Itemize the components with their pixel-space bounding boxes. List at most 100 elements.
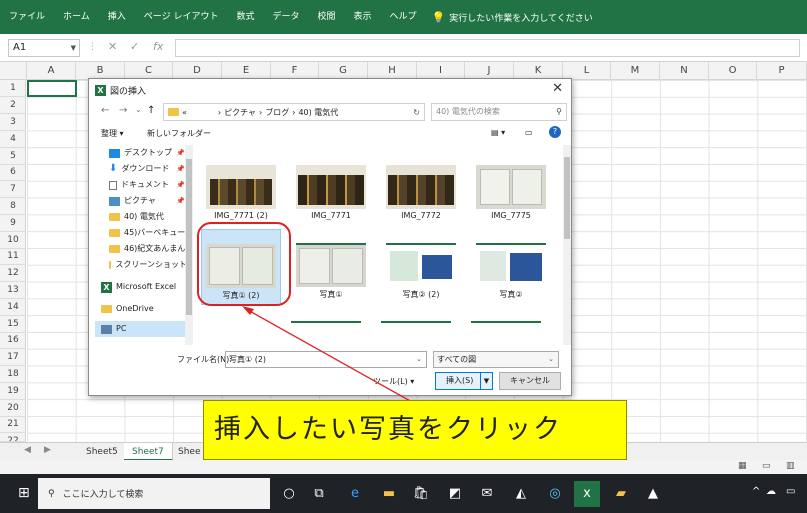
pin-icon[interactable]: 📌 [176,193,185,209]
row-header[interactable]: 6 [0,164,26,181]
nav-item-documents[interactable]: ドキュメント 📌 [95,177,187,193]
row-header[interactable]: 17 [0,349,26,366]
tell-me-box[interactable]: 💡 実行したい作業を入力してください [426,11,593,24]
pin-icon[interactable]: 📌 [176,161,185,177]
pin-icon[interactable]: 📌 [176,145,185,161]
tab-file[interactable]: ファイル [0,0,54,34]
tools-menu[interactable]: ツール(L) ▾ [373,376,414,387]
scrollbar-thumb[interactable] [186,159,192,315]
folder-search-input[interactable]: 40) 電気代の検索 ⚲ [431,103,567,121]
row-header[interactable]: 2 [0,97,26,114]
up-arrow-icon[interactable]: ↑ [147,105,155,116]
scrollbar-thumb[interactable] [564,157,570,239]
nav-scrollbar[interactable] [185,145,193,345]
column-header[interactable]: O [709,62,757,80]
row-header[interactable]: 19 [0,383,26,400]
page-layout-view-icon[interactable]: ▭ [762,461,771,471]
file-thumbnail-partial[interactable] [471,321,541,345]
app-icon[interactable]: ◭ [508,481,534,507]
function-icon[interactable]: fx [153,40,163,53]
file-item[interactable]: IMG_7771 (2) [201,165,281,220]
column-header[interactable]: N [660,62,709,80]
explorer-icon[interactable]: ▬ [376,481,402,507]
image-viewer-icon[interactable]: ▲ [640,481,666,507]
windows-start-icon[interactable]: ⊞ [18,485,30,501]
column-header[interactable]: A [27,62,76,80]
cortana-icon[interactable]: ○ [276,481,302,507]
chevron-up-icon[interactable]: ^ [752,486,760,497]
edge-icon[interactable]: e [342,481,368,507]
chevron-left-icon[interactable]: ◀ [24,445,31,455]
file-item[interactable]: IMG_7775 [471,165,551,220]
nav-item-onedrive[interactable]: OneDrive [95,301,187,317]
nav-item-downloads[interactable]: ⬇ ダウンロード 📌 [95,161,187,177]
chevron-right-icon[interactable]: ▶ [44,445,51,455]
breadcrumb-item[interactable]: ブログ [265,107,289,118]
file-item[interactable]: 写真② (2) [381,243,461,300]
row-header[interactable]: 10 [0,232,26,249]
tab-formulas[interactable]: 数式 [227,0,263,34]
nav-item-excel[interactable]: X Microsoft Excel [95,279,187,295]
row-header[interactable]: 13 [0,282,26,299]
nav-item-folder[interactable]: スクリーンショット [95,257,187,273]
column-header[interactable]: M [611,62,660,80]
view-options-icon[interactable]: ▤ ▾ [491,128,505,137]
file-item[interactable]: 写真① [291,243,371,300]
name-box[interactable]: A1 ▼ [8,39,80,57]
row-header[interactable]: 11 [0,248,26,265]
help-icon[interactable]: ? [549,126,561,138]
select-all-corner[interactable] [0,62,27,80]
row-header[interactable]: 3 [0,114,26,131]
tray-icon[interactable]: ▭ [786,486,795,497]
filename-input[interactable]: 写真① (2) ⌄ [225,351,427,368]
formula-input[interactable] [175,39,800,57]
filetype-select[interactable]: すべての図 ⌄ [433,351,559,368]
cloud-icon[interactable]: ☁ [766,486,776,497]
nav-item-desktop[interactable]: デスクトップ 📌 [95,145,187,161]
row-header[interactable]: 4 [0,131,26,148]
row-header[interactable]: 16 [0,332,26,349]
row-header[interactable]: 18 [0,366,26,383]
file-thumbnail-partial[interactable] [381,321,451,345]
row-header[interactable]: 22 [0,433,26,442]
page-break-view-icon[interactable]: ▥ [786,461,795,471]
row-header[interactable]: 20 [0,400,26,417]
row-header[interactable]: 5 [0,148,26,165]
normal-view-icon[interactable]: ▦ [738,461,747,471]
mail-icon[interactable]: ✉ [474,481,500,507]
nav-item-pc[interactable]: PC [95,321,187,337]
breadcrumb-item[interactable]: 40) 電気代 [298,107,338,118]
cancel-icon[interactable]: ✕ [108,40,117,53]
new-folder-button[interactable]: 新しいフォルダー [147,128,211,139]
row-header[interactable]: 21 [0,416,26,433]
close-icon[interactable]: ✕ [552,81,563,96]
pin-icon[interactable]: 📌 [176,177,185,193]
snipping-icon[interactable]: ◎ [542,481,568,507]
chevron-down-icon[interactable]: ▼ [480,373,492,389]
row-header[interactable]: 12 [0,265,26,282]
nav-item-folder[interactable]: 45)バーベキュー [95,225,187,241]
row-header[interactable]: 1 [0,80,26,97]
nav-item-folder[interactable]: 40) 電気代 [95,209,187,225]
breadcrumb-item[interactable]: ピクチャ [224,107,256,118]
row-header[interactable]: 15 [0,316,26,333]
forward-arrow-icon[interactable]: → [119,105,127,116]
file-item[interactable]: 写真② [471,243,551,300]
tab-data[interactable]: データ [263,0,308,34]
check-icon[interactable]: ✓ [130,40,139,53]
cancel-button[interactable]: キャンセル [499,372,561,390]
content-scrollbar[interactable] [563,145,571,345]
tab-home[interactable]: ホーム [54,0,99,34]
store-icon[interactable]: 🛍 [408,481,434,507]
sheet-tab-active[interactable]: Sheet7 [124,443,173,461]
organize-button[interactable]: 整理 ▾ [101,128,124,139]
file-item[interactable]: IMG_7771 [291,165,371,220]
tab-review[interactable]: 校閲 [308,0,344,34]
insert-button[interactable]: 挿入(S) ▼ [435,372,493,390]
photos-app-icon[interactable]: ◩ [442,481,468,507]
tab-view[interactable]: 表示 [345,0,381,34]
row-header[interactable]: 14 [0,299,26,316]
tab-page-layout[interactable]: ページ レイアウト [135,0,228,34]
chevron-down-icon[interactable]: ⌄ [548,352,554,367]
chevron-down-icon[interactable]: ⌄ [416,352,422,367]
